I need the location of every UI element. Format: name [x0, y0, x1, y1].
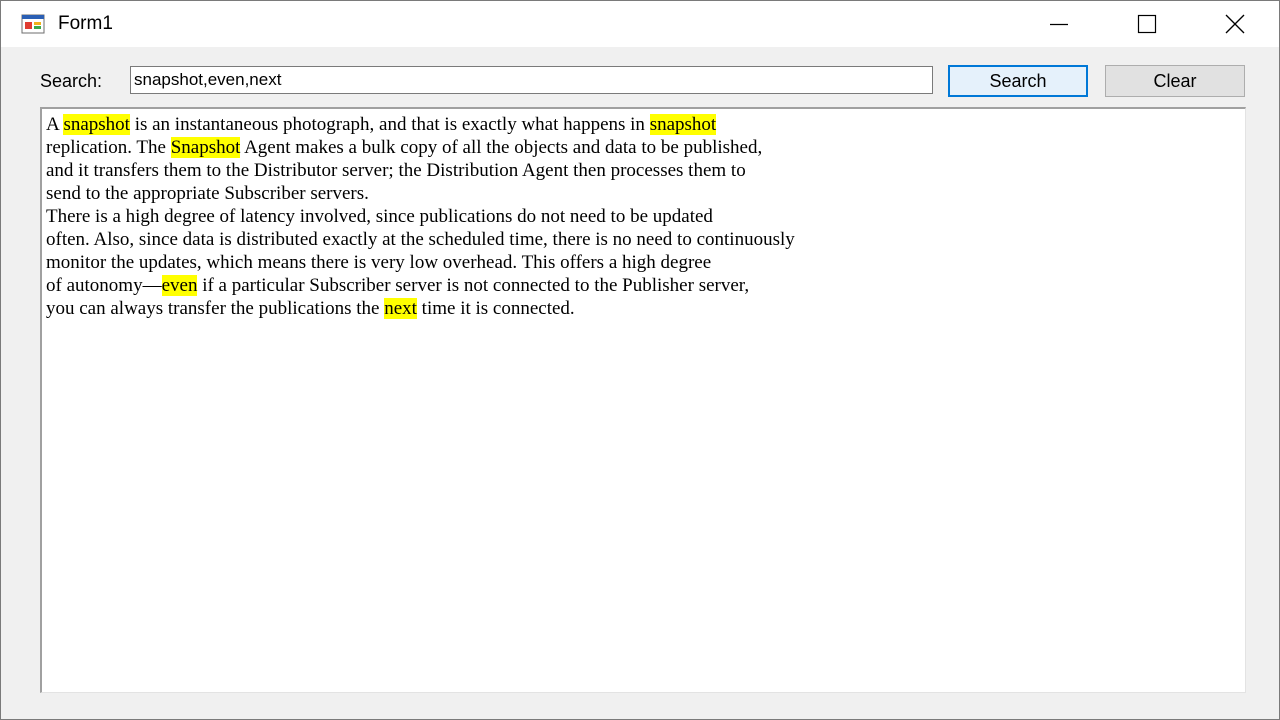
clear-button[interactable]: Clear [1105, 65, 1245, 97]
text-line: you can always transfer the publications… [46, 297, 1245, 320]
highlighted-match: snapshot [63, 114, 130, 135]
text-line: and it transfers them to the Distributor… [46, 159, 1245, 182]
text-segment: replication. The [46, 137, 171, 158]
text-segment: and it transfers them to the Distributor… [46, 160, 746, 181]
maximize-button[interactable] [1103, 1, 1191, 47]
text-segment: Agent makes a bulk copy of all the objec… [240, 137, 763, 158]
text-segment: of autonomy— [46, 275, 162, 296]
text-line: A snapshot is an instantaneous photograp… [46, 113, 1245, 136]
text-line: of autonomy—even if a particular Subscri… [46, 274, 1245, 297]
highlighted-match: even [161, 275, 198, 296]
text-segment: often. Also, since data is distributed e… [46, 229, 795, 250]
highlighted-match: next [384, 298, 417, 319]
close-icon [1225, 14, 1245, 34]
text-segment: if a particular Subscriber server is not… [197, 275, 750, 296]
text-segment: time it is connected. [416, 298, 575, 319]
text-line: send to the appropriate Subscriber serve… [46, 182, 1245, 205]
search-label: Search: [40, 71, 103, 91]
rich-text-box[interactable]: A snapshot is an instantaneous photograp… [40, 107, 1246, 693]
text-segment: A [46, 114, 64, 135]
text-segment: monitor the updates, which means there i… [46, 252, 712, 273]
minimize-icon [1050, 23, 1068, 26]
search-input[interactable] [130, 66, 933, 94]
highlighted-match: Snapshot [170, 137, 241, 158]
text-segment: you can always transfer the publications… [46, 298, 385, 319]
text-segment: send to the appropriate Subscriber serve… [46, 183, 369, 204]
maximize-icon [1137, 14, 1157, 34]
rich-text-content: A snapshot is an instantaneous photograp… [46, 113, 1245, 320]
text-segment: There is a high degree of latency involv… [46, 206, 713, 227]
window-title: Form1 [58, 13, 113, 34]
text-line: often. Also, since data is distributed e… [46, 228, 1245, 251]
text-line: monitor the updates, which means there i… [46, 251, 1245, 274]
search-button[interactable]: Search [948, 65, 1088, 97]
text-line: replication. The Snapshot Agent makes a … [46, 136, 1245, 159]
title-bar[interactable]: Form1 [1, 1, 1279, 47]
form-app-icon[interactable] [21, 14, 45, 34]
text-line: There is a high degree of latency involv… [46, 205, 1245, 228]
form-window: Form1 Search: Search Clear A snapshot is… [0, 0, 1280, 720]
text-segment: is an instantaneous photograph, and that… [129, 114, 650, 135]
highlighted-match: snapshot [649, 114, 717, 135]
close-button[interactable] [1191, 1, 1279, 47]
minimize-button[interactable] [1015, 1, 1103, 47]
